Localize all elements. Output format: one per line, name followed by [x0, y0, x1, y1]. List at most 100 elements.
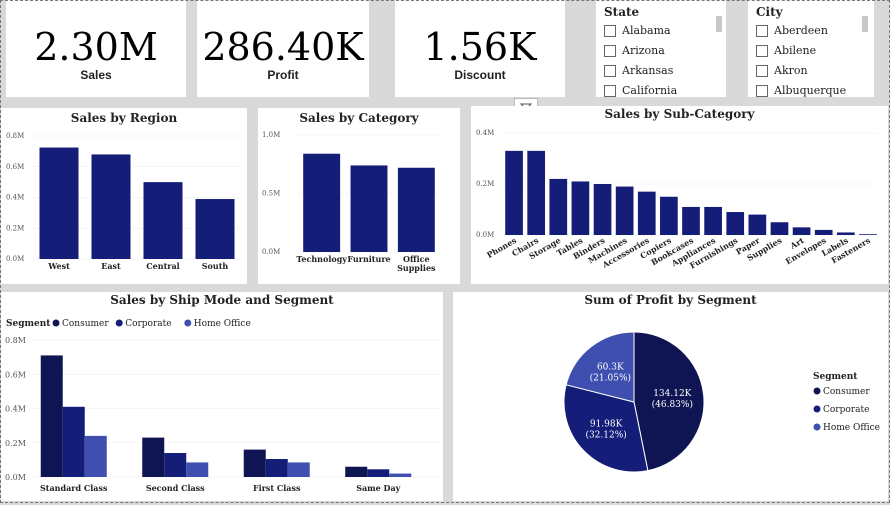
bar	[704, 206, 722, 235]
state-slicer: State Alabama Arizona Arkansas Californi…	[596, 0, 726, 97]
bar	[527, 150, 546, 235]
checkbox-icon[interactable]	[756, 64, 768, 77]
kpi-sales-label: Sales	[80, 68, 112, 82]
y-tick-label: 0.2M	[476, 180, 494, 188]
state-option[interactable]: Arkansas	[604, 64, 673, 77]
x-tick-label: Supplies	[397, 263, 436, 273]
pie-data-label: 134.12K	[653, 389, 691, 399]
checkbox-icon[interactable]	[604, 64, 616, 77]
checkbox-icon[interactable]	[756, 24, 768, 37]
legend-marker	[813, 423, 821, 431]
kpi-discount-label: Discount	[454, 68, 506, 82]
bar	[350, 165, 388, 252]
kpi-profit-value: 286.40K	[202, 25, 364, 69]
bar	[243, 449, 266, 477]
city-scrollbar[interactable]	[862, 16, 868, 32]
state-option[interactable]: Arizona	[604, 44, 665, 57]
sales-by-shipmode-card: Sales by Ship Mode and Segment Segment Con…	[1, 292, 443, 501]
y-tick-label: 0.5M	[262, 190, 280, 198]
x-tick-label: First Class	[253, 483, 301, 493]
legend-marker	[813, 387, 821, 395]
state-option[interactable]: Alabama	[604, 24, 671, 37]
bar	[345, 466, 368, 477]
legend-label: Consumer	[62, 319, 109, 329]
bar	[143, 182, 183, 259]
y-tick-label: 1.0M	[262, 131, 280, 139]
x-tick-label: Second Class	[146, 483, 205, 493]
bar	[593, 184, 612, 235]
sales-by-subcategory-chart[interactable]: Sales by Sub-Category0.0M0.2M0.4MPhonesC…	[471, 106, 888, 284]
x-tick-label: Technology	[296, 254, 347, 264]
bar	[40, 355, 63, 477]
bar	[265, 459, 288, 477]
pie-data-label: 60.3K	[597, 363, 624, 373]
y-tick-label: 0.0M	[5, 473, 26, 482]
x-tick-label: East	[101, 261, 121, 271]
bar	[549, 178, 568, 235]
legend-title: Segment	[813, 372, 858, 382]
chart-title: Sales by Sub-Category	[604, 107, 755, 121]
bar	[84, 435, 107, 477]
bar	[164, 453, 187, 477]
bar	[39, 147, 79, 259]
bar	[748, 214, 767, 235]
bar	[367, 469, 390, 477]
chart-title: Sales by Region	[71, 111, 178, 125]
kpi-discount-value: 1.56K	[423, 25, 537, 69]
checkbox-icon[interactable]	[756, 44, 768, 57]
sales-by-shipmode-chart[interactable]: Sales by Ship Mode and Segment Segment Con…	[1, 292, 443, 501]
legend-label: Home Office	[194, 319, 251, 329]
bar	[859, 234, 877, 235]
y-tick-label: 0.6M	[6, 163, 24, 171]
kpi-sales-value: 2.30M	[34, 25, 158, 69]
x-tick-label: South	[202, 261, 229, 271]
bar	[389, 473, 412, 477]
bar	[62, 406, 85, 477]
legend-marker	[115, 319, 123, 327]
legend-label: Home Office	[823, 423, 880, 433]
bar	[195, 199, 235, 259]
bar	[571, 181, 590, 235]
legend-label: Consumer	[823, 387, 870, 397]
city-option[interactable]: Aberdeen	[756, 24, 828, 37]
bar	[142, 437, 165, 477]
kpi-card-discount: 1.56K Discount	[395, 0, 565, 97]
pie-data-label: 91.98K	[590, 420, 623, 430]
bar	[397, 167, 435, 252]
sales-by-category-chart[interactable]: Sales by Category 0.0M 0.5M 1.0M Technology F…	[258, 108, 460, 284]
state-scrollbar[interactable]	[716, 16, 722, 32]
sales-by-region-chart[interactable]: Sales by Region 0.0M 0.2M 0.4M 0.6M 0.8M West E…	[1, 108, 247, 284]
legend-label: Corporate	[125, 319, 171, 329]
pie-data-label: (21.05%)	[590, 373, 631, 384]
y-tick-label: 0.6M	[5, 370, 26, 379]
state-option[interactable]: California	[604, 84, 677, 97]
bar	[770, 222, 789, 235]
checkbox-icon[interactable]	[604, 84, 616, 97]
kpi-card-sales: 2.30M Sales	[6, 0, 186, 97]
checkbox-icon[interactable]	[604, 44, 616, 57]
bar	[303, 153, 341, 252]
bar	[287, 462, 310, 477]
bar	[186, 462, 209, 477]
legend-marker	[52, 319, 60, 327]
kpi-profit-label: Profit	[267, 68, 299, 82]
y-tick-label: 0.0M	[6, 255, 24, 263]
city-option[interactable]: Albuquerque	[756, 84, 846, 97]
x-tick-label: West	[47, 261, 70, 271]
chart-title: Sales by Category	[299, 111, 419, 125]
checkbox-icon[interactable]	[756, 84, 768, 97]
checkbox-icon[interactable]	[604, 24, 616, 37]
profit-by-segment-chart[interactable]: Sum of Profit by Segment 134.12K(46.83%) 9…	[453, 292, 888, 501]
y-tick-label: 0.4M	[476, 129, 494, 137]
y-tick-label: 0.2M	[6, 224, 24, 232]
legend-marker	[184, 319, 192, 327]
bar	[91, 154, 131, 259]
bar	[792, 227, 811, 235]
city-option[interactable]: Abilene	[756, 44, 816, 57]
sales-by-category-card: Sales by Category 0.0M 0.5M 1.0M Technology F…	[258, 108, 460, 284]
kpi-card-profit: 286.40K Profit	[197, 0, 369, 97]
bar	[726, 212, 745, 235]
sales-by-subcategory-card: Sales by Sub-Category 0.0M 0.2M 0.4M Phones C…	[471, 106, 888, 284]
city-option[interactable]: Akron	[756, 64, 808, 77]
y-tick-label: 0.4M	[5, 405, 26, 414]
